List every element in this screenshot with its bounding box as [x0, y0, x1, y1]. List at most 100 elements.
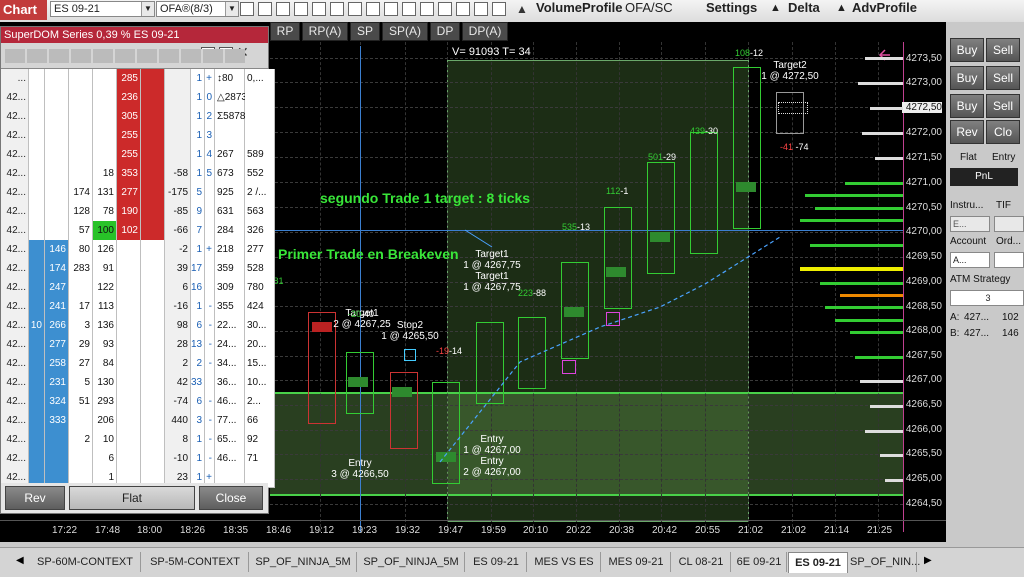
- dom-cell-b[interactable]: [45, 449, 69, 469]
- arrow-icon[interactable]: [474, 2, 488, 16]
- tab-rp[interactable]: RP: [270, 22, 300, 41]
- superdom-ladder[interactable]: ... 285 1 + ↕80 0,... 42... 236 1 0 △2873... 42... 3…: [1, 69, 275, 488]
- properties-icon[interactable]: [276, 2, 290, 16]
- dom-cell-ask[interactable]: 305: [117, 107, 141, 127]
- global-crosshair-icon[interactable]: [438, 2, 452, 16]
- sell-market-button[interactable]: Sell: [986, 38, 1020, 62]
- dom-cell-ask[interactable]: [117, 335, 141, 355]
- chart-trader-icon[interactable]: [348, 2, 362, 16]
- order-qty-select[interactable]: [994, 252, 1024, 268]
- dom-ladder-row[interactable]: 42... 2 10 8 1-65... 92: [3, 430, 275, 451]
- tab-dp[interactable]: DP: [430, 22, 460, 41]
- entry-marker[interactable]: [606, 312, 620, 326]
- tab-scroll-right-icon[interactable]: ▶: [924, 555, 932, 566]
- tab-sp[interactable]: SP: [350, 22, 380, 41]
- dom-cell-b[interactable]: [45, 126, 69, 146]
- dom-cell-ask[interactable]: 285: [117, 69, 141, 89]
- dom-cell-ask[interactable]: 353: [117, 164, 141, 184]
- tab-sp-a[interactable]: SP(A): [382, 22, 428, 41]
- tab-sp-5m-context[interactable]: SP-5M-CONTEXT: [142, 552, 249, 572]
- dom-cell-b[interactable]: [45, 221, 69, 241]
- dom-cell-b[interactable]: [45, 164, 69, 184]
- dom-cell-ask[interactable]: 236: [117, 88, 141, 108]
- close-position-button[interactable]: Clo: [986, 120, 1020, 144]
- dom-cell-b[interactable]: [45, 107, 69, 127]
- dom-ladder-row[interactable]: 42... 324 51 293 -74 6-46... 2...: [3, 392, 275, 413]
- ofa-sc-button[interactable]: OFA/SC: [625, 0, 673, 16]
- tab-es-09-21[interactable]: ES 09-21: [466, 552, 527, 572]
- dom-cell-ask[interactable]: [117, 373, 141, 393]
- dom-cell-b[interactable]: 266: [45, 316, 69, 336]
- settings-button[interactable]: Settings: [706, 0, 757, 16]
- dom-ladder-row[interactable]: ... 285 1 + ↕80 0,...: [3, 69, 275, 90]
- dom-ladder-row[interactable]: 42... 10 266 3 136 98 6-22... 30...: [3, 316, 275, 337]
- tab-sp-of-ninja-5m[interactable]: SP_OF_NINJA_5M: [250, 552, 357, 572]
- superdom-title-bar[interactable]: SuperDOM Series 0,39 % ES 09-21: [1, 27, 268, 43]
- dom-ladder-row[interactable]: 42... 6 -10 1-46... 71: [3, 449, 275, 470]
- entry-marker[interactable]: [562, 360, 576, 374]
- sell-ask-button[interactable]: Sell: [986, 66, 1020, 90]
- tab-sp-of-ninja[interactable]: SP_OF_NIN...: [850, 552, 920, 572]
- dom-ladder-row[interactable]: 42... 231 5 130 42 33 36... 10...: [3, 373, 275, 394]
- indicators-icon[interactable]: [294, 2, 308, 16]
- rev-button[interactable]: Rev: [5, 486, 65, 510]
- dom-ladder-row[interactable]: 42... 258 27 84 2 2-34... 15...: [3, 354, 275, 375]
- buy-ask-button[interactable]: Buy: [950, 66, 984, 90]
- flat-button[interactable]: Flat: [69, 486, 195, 510]
- dom-cell-b[interactable]: 258: [45, 354, 69, 374]
- dom-cell-ask[interactable]: [117, 316, 141, 336]
- tab-mes-vs-es[interactable]: MES VS ES: [528, 552, 601, 572]
- dom-cell-ask[interactable]: 102: [117, 221, 141, 241]
- dom-ladder-row[interactable]: 42... 146 80 126 -2 1 +218 277: [3, 240, 275, 261]
- dom-ladder-row[interactable]: 42... 333 206 440 3-77... 66: [3, 411, 275, 432]
- dom-ladder-row[interactable]: 42... 174 131 277 -175 5 925 2 /...: [3, 183, 275, 204]
- strategies-icon[interactable]: [312, 2, 326, 16]
- delta-button[interactable]: Delta: [788, 0, 820, 16]
- dom-cell-ask[interactable]: [117, 278, 141, 298]
- magnet-icon[interactable]: [402, 2, 416, 16]
- tab-es-09-21-active[interactable]: ES 09-21: [788, 552, 848, 573]
- account-select[interactable]: A...: [950, 252, 990, 268]
- dom-cell-ask[interactable]: 190: [117, 202, 141, 222]
- line-icon[interactable]: [456, 2, 470, 16]
- dom-cell-b[interactable]: 241: [45, 297, 69, 317]
- dom-cell-b[interactable]: [45, 202, 69, 222]
- buy-bid-button[interactable]: Buy: [950, 94, 984, 118]
- menu-chevron-icon[interactable]: ▲: [516, 2, 528, 16]
- instrument-select[interactable]: E...: [950, 216, 990, 232]
- dom-cell-ask[interactable]: 255: [117, 145, 141, 165]
- tab-sp-60m-context[interactable]: SP-60M-CONTEXT: [30, 552, 141, 572]
- superdom-window[interactable]: SuperDOM Series 0,39 % ES 09-21 ✕ ...285…: [0, 26, 275, 514]
- draw-tool-icon[interactable]: [240, 2, 254, 16]
- reverse-button[interactable]: Rev: [950, 120, 984, 144]
- dom-ladder-row[interactable]: 42... 247 122 6 16 309 780: [3, 278, 275, 299]
- data-box-icon[interactable]: [366, 2, 380, 16]
- dom-cell-ask[interactable]: [117, 411, 141, 431]
- dom-ladder-row[interactable]: 42... 305 1 2 Σ587815: [3, 107, 275, 128]
- dom-cell-b[interactable]: 277: [45, 335, 69, 355]
- dom-cell-ask[interactable]: [117, 240, 141, 260]
- dom-cell-b[interactable]: 324: [45, 392, 69, 412]
- dom-ladder-row[interactable]: 42... 255 1 3: [3, 126, 275, 147]
- dom-cell-b[interactable]: 247: [45, 278, 69, 298]
- dom-cell-ask[interactable]: 255: [117, 126, 141, 146]
- dom-ladder-row[interactable]: 42... 277 29 93 28 13-24... 20...: [3, 335, 275, 356]
- snapshot-icon[interactable]: [384, 2, 398, 16]
- templates-icon[interactable]: [330, 2, 344, 16]
- buy-market-button[interactable]: Buy: [950, 38, 984, 62]
- dom-ladder-row[interactable]: 42... 128 78 190 -85 9 631 563: [3, 202, 275, 223]
- dom-ladder-row[interactable]: 42... 57 100 102 -66 7 284 326: [3, 221, 275, 242]
- dom-cell-b[interactable]: [45, 145, 69, 165]
- dom-cell-ask[interactable]: [117, 259, 141, 279]
- dom-cell-b[interactable]: [45, 88, 69, 108]
- dom-ladder-row[interactable]: 42... 174 283 91 39 17 359 528: [3, 259, 275, 280]
- dom-cell-ask[interactable]: [117, 430, 141, 450]
- interval-selector[interactable]: OFA®(8/3) ▼: [156, 1, 239, 17]
- adv-profile-button[interactable]: AdvProfile: [852, 0, 917, 16]
- chart-menu-button[interactable]: Chart: [0, 0, 47, 20]
- tab-rp-a[interactable]: RP(A): [302, 22, 348, 41]
- dom-cell-ask[interactable]: 277: [117, 183, 141, 203]
- tab-scroll-left-icon[interactable]: ◀: [16, 555, 24, 566]
- dom-cell-b[interactable]: 333: [45, 411, 69, 431]
- instrument-selector[interactable]: ES 09-21 ▼: [50, 1, 155, 17]
